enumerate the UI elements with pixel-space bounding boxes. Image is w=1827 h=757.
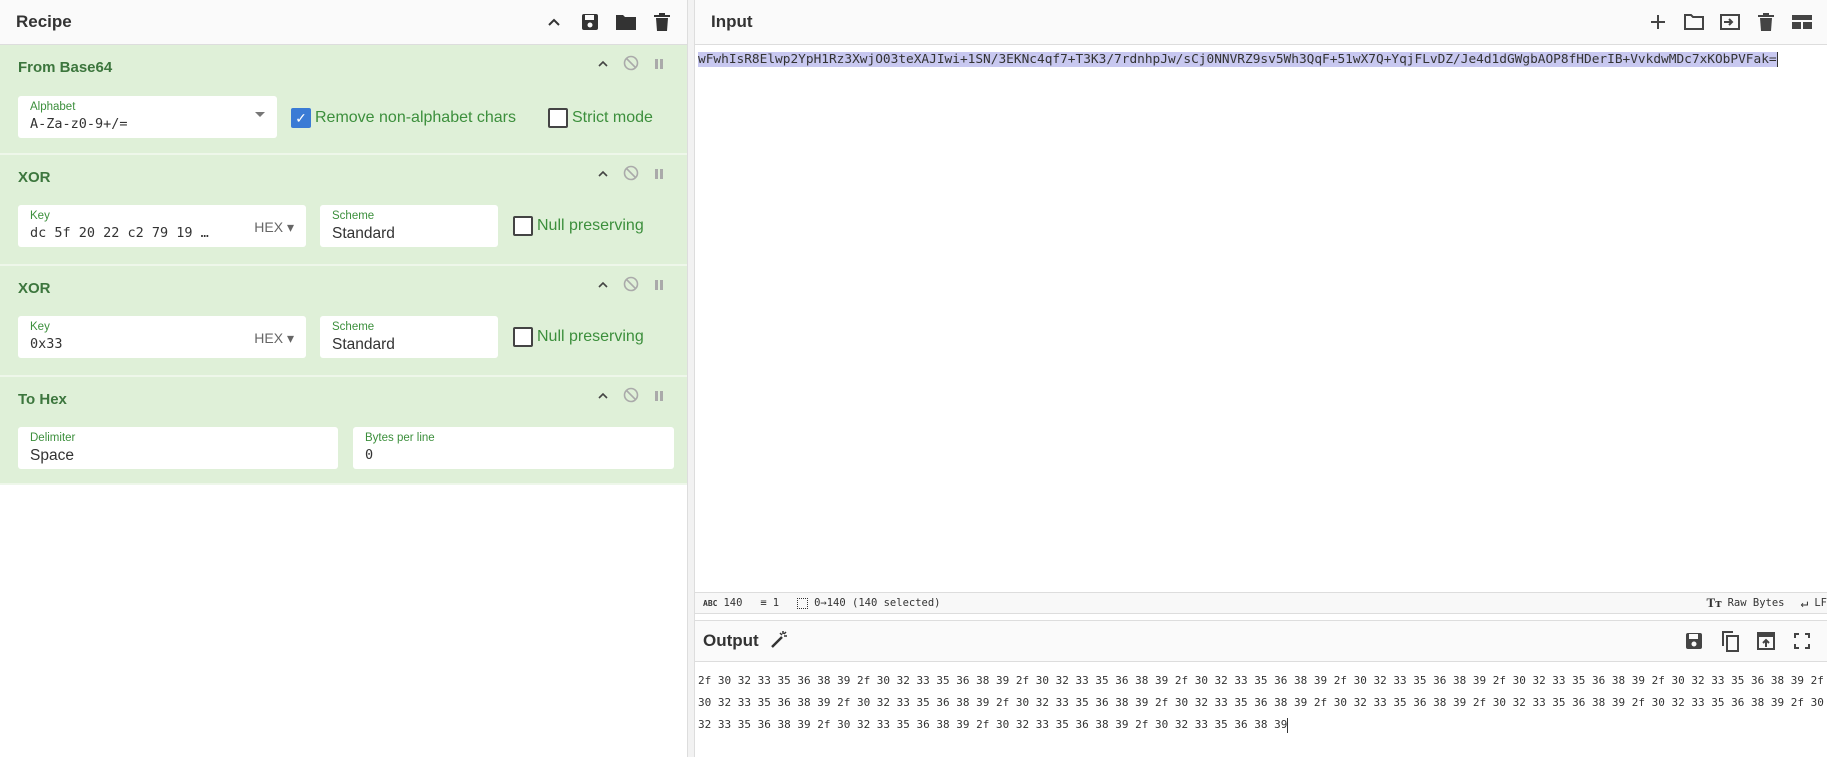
operation-title: From Base64: [18, 59, 113, 76]
format-label: HEX: [254, 330, 284, 346]
copy-icon[interactable]: [1719, 630, 1741, 652]
field-value: Space: [30, 447, 74, 464]
operation-xor[interactable]: XOR Key dc 5f 20 22 c2 79 19 … HEX ▾ Sch…: [0, 155, 687, 266]
pause-icon[interactable]: [653, 57, 665, 75]
encoding-value[interactable]: Raw Bytes: [1728, 597, 1785, 609]
open-folder-icon[interactable]: [1683, 11, 1705, 33]
trash-icon[interactable]: [1755, 11, 1777, 33]
maximise-icon[interactable]: [1791, 630, 1813, 652]
alphabet-select[interactable]: Alphabet A-Za-z0-9+/=: [18, 96, 277, 138]
checkbox-label: Remove non-alphabet chars: [315, 109, 517, 126]
operation-from-base64[interactable]: From Base64 Alphabet A-Za-z0-9+/= ✓ Remo…: [0, 45, 687, 155]
input-text: wFwhIsR8Elwp2YpH1Rz3XwjO03teXAJIwi+1SN/3…: [698, 52, 1777, 67]
checkmark-icon: ✓: [291, 108, 311, 128]
checkbox-label: Null preserving: [537, 217, 644, 234]
field-label: Key: [30, 210, 50, 222]
input-header: Input: [695, 0, 1827, 45]
input-title: Input: [711, 12, 753, 31]
dropdown-arrow-icon: [255, 112, 265, 117]
input-status-bar: ABC 140 ≡ 1 0→140 (140 selected) Tт Raw …: [695, 592, 1827, 614]
length-icon: ABC: [703, 598, 718, 608]
checkbox-box: [548, 108, 568, 128]
layout-icon[interactable]: [1791, 11, 1813, 33]
pause-icon[interactable]: [653, 278, 665, 296]
null-preserving-checkbox[interactable]: Null preserving: [513, 327, 644, 347]
chevron-up-icon[interactable]: [597, 278, 609, 296]
open-file-icon[interactable]: [1719, 11, 1741, 33]
field-label: Bytes per line: [365, 432, 435, 444]
key-input[interactable]: Key dc 5f 20 22 c2 79 19 … HEX ▾: [18, 205, 306, 247]
disable-icon[interactable]: [623, 165, 639, 186]
text-cursor: [1287, 717, 1289, 733]
null-preserving-checkbox[interactable]: Null preserving: [513, 216, 644, 236]
field-value: 0: [365, 447, 374, 463]
chevron-up-icon[interactable]: [597, 167, 609, 185]
lines-icon: ≡: [760, 597, 767, 609]
operation-title: To Hex: [18, 391, 67, 408]
operation-to-hex[interactable]: To Hex Delimiter Space Bytes per line 0: [0, 377, 687, 485]
magic-wand-icon[interactable]: [769, 629, 789, 654]
field-value: Standard: [332, 336, 395, 353]
text-cursor: [1776, 52, 1778, 67]
io-panel: Input wFwhIsR8Elwp2YpH1Rz3XwjO03teXAJIwi…: [695, 0, 1827, 757]
length-value: 140: [723, 597, 743, 609]
chevron-up-icon[interactable]: [597, 389, 609, 407]
disable-icon[interactable]: [623, 387, 639, 408]
panel-resize-handle[interactable]: [688, 0, 695, 757]
checkbox-box: [513, 327, 533, 347]
output-title: Output: [703, 631, 759, 650]
chevron-up-icon[interactable]: [597, 57, 609, 75]
scheme-select[interactable]: Scheme Standard: [320, 205, 498, 247]
output-header: Output: [695, 620, 1827, 662]
strict-mode-checkbox[interactable]: Strict mode: [548, 108, 653, 128]
eol-icon[interactable]: ↵: [1801, 596, 1809, 611]
checkbox-label: Null preserving: [537, 328, 644, 345]
field-label: Delimiter: [30, 432, 76, 444]
recipe-title: Recipe: [16, 12, 72, 31]
trash-icon[interactable]: [651, 11, 673, 33]
key-input[interactable]: Key 0x33 HEX ▾: [18, 316, 306, 358]
format-label: HEX: [254, 219, 284, 235]
save-icon[interactable]: [1683, 630, 1705, 652]
save-icon[interactable]: [579, 11, 601, 33]
delimiter-select[interactable]: Delimiter Space: [18, 427, 338, 469]
field-value: Standard: [332, 225, 395, 242]
field-label: Scheme: [332, 210, 375, 222]
field-label: Scheme: [332, 321, 375, 333]
remove-non-alphabet-checkbox[interactable]: ✓ Remove non-alphabet chars: [291, 108, 516, 128]
field-label: Key: [30, 321, 50, 333]
field-value: 0x33: [30, 336, 63, 352]
field-label: Alphabet: [30, 101, 76, 113]
encoding-icon[interactable]: Tт: [1707, 595, 1722, 611]
field-value: A-Za-z0-9+/=: [30, 116, 128, 132]
key-format-dropdown[interactable]: HEX ▾: [254, 330, 294, 347]
add-icon[interactable]: [1647, 11, 1669, 33]
checkbox-label: Strict mode: [572, 109, 653, 126]
lines-value: 1: [772, 597, 780, 609]
recipe-header: Recipe: [0, 0, 687, 45]
field-value: dc 5f 20 22 c2 79 19 …: [30, 225, 209, 241]
disable-icon[interactable]: [623, 55, 639, 76]
recipe-panel: Recipe From Base64 Alphabet A-Za-z0-9+/=…: [0, 0, 688, 757]
eol-value[interactable]: LF: [1814, 597, 1827, 609]
chevron-up-icon[interactable]: [543, 11, 565, 33]
selection-value: 0→140 (140 selected): [814, 597, 941, 609]
operation-title: XOR: [18, 169, 51, 186]
input-textarea[interactable]: wFwhIsR8Elwp2YpH1Rz3XwjO03teXAJIwi+1SN/3…: [695, 45, 1827, 592]
scheme-select[interactable]: Scheme Standard: [320, 316, 498, 358]
key-format-dropdown[interactable]: HEX ▾: [254, 219, 294, 236]
operation-xor[interactable]: XOR Key 0x33 HEX ▾ Scheme Standard Null …: [0, 266, 687, 377]
checkbox-box: [513, 216, 533, 236]
output-text: 2f 30 32 33 35 36 38 39 2f 30 32 33 35 3…: [698, 674, 1824, 731]
pause-icon[interactable]: [653, 167, 665, 185]
output-textarea[interactable]: 2f 30 32 33 35 36 38 39 2f 30 32 33 35 3…: [695, 663, 1827, 757]
selection-icon: [797, 597, 809, 609]
folder-icon[interactable]: [615, 11, 637, 33]
replace-input-icon[interactable]: [1755, 630, 1777, 652]
operation-title: XOR: [18, 280, 51, 297]
bytes-per-line-input[interactable]: Bytes per line 0: [353, 427, 674, 469]
disable-icon[interactable]: [623, 276, 639, 297]
pause-icon[interactable]: [653, 389, 665, 407]
